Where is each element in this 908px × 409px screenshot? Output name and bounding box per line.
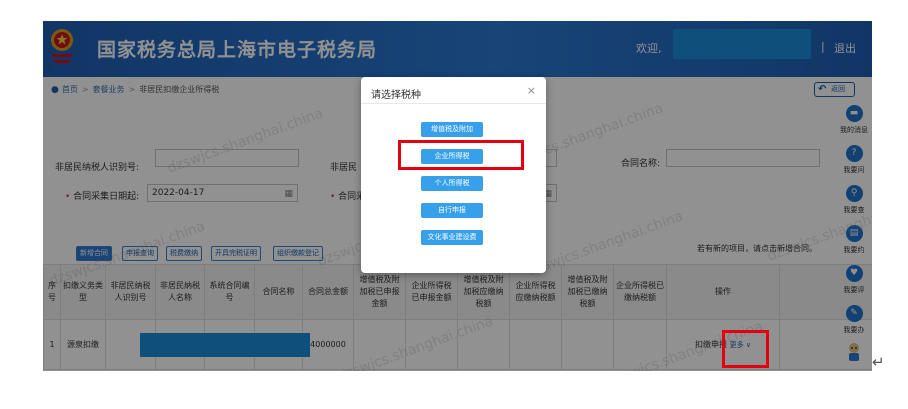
browser-viewport: 国家税务总局上海市电子税务局 欢迎, | 退出 ● 首页 > 套餐业务 > 非居民扣缴企业…: [43, 21, 872, 371]
modal-divider: [361, 103, 546, 104]
option-individual-income-tax[interactable]: 个人所得税: [421, 176, 483, 191]
option-self-declaration[interactable]: 自行申报: [421, 203, 483, 218]
highlight-corporate-income-tax: [398, 140, 524, 170]
close-icon[interactable]: ×: [527, 84, 536, 97]
option-culture-fee[interactable]: 文化事业建设费: [421, 230, 483, 245]
return-arrow-icon: ↵: [872, 353, 885, 371]
highlight-withholding-declaration: [722, 330, 769, 368]
modal-title: 请选择税种: [371, 90, 421, 101]
tax-type-modal: 请选择税种 × 增值税及附加 企业所得税 个人所得税 自行申报 文化事业建设费: [361, 77, 546, 273]
option-vat-surcharge[interactable]: 增值税及附加: [421, 122, 483, 137]
